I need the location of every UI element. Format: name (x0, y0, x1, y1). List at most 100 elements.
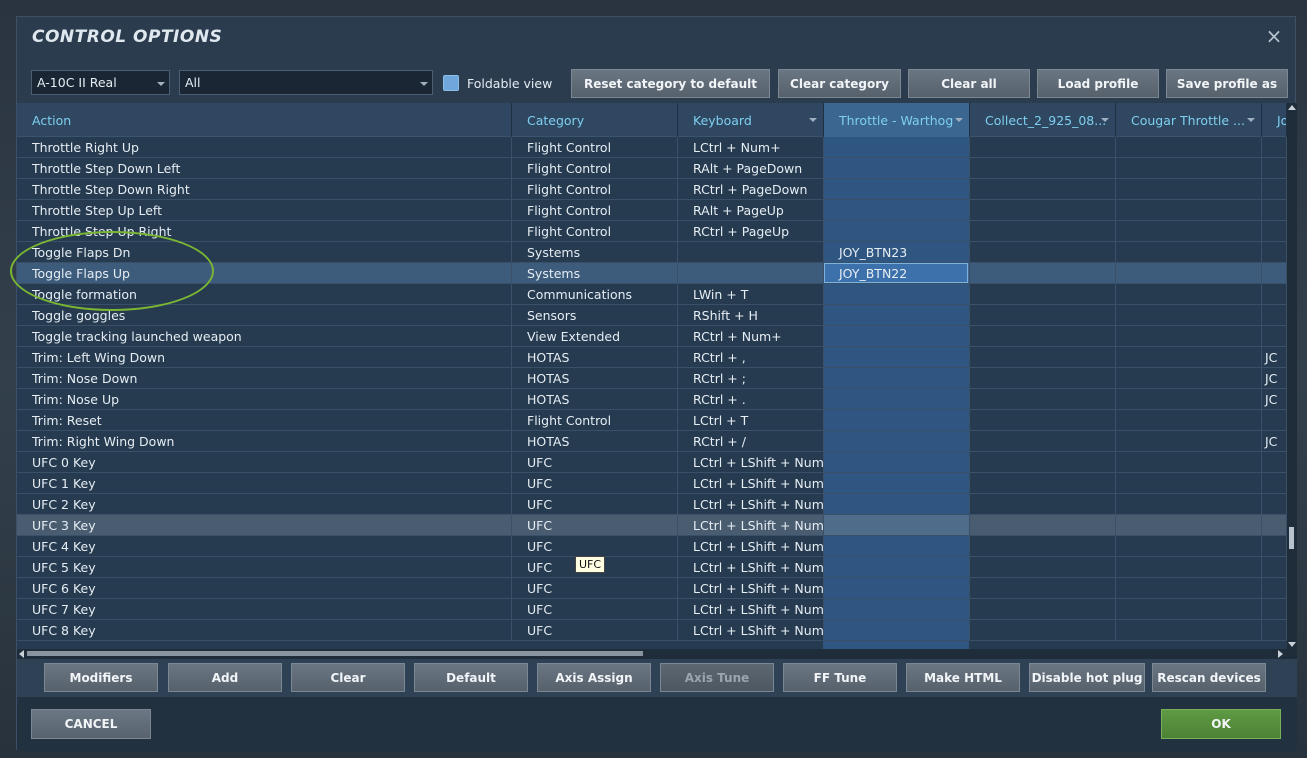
cell-jo[interactable] (1262, 263, 1287, 284)
header-throttle-warthog[interactable]: Throttle - Warthog (824, 103, 970, 137)
cell-collect[interactable] (970, 410, 1116, 431)
cell-throttle[interactable] (824, 305, 970, 326)
cell-collect[interactable] (970, 473, 1116, 494)
cell-category[interactable]: UFC (512, 578, 678, 599)
cell-action[interactable]: Toggle Flaps Up (17, 263, 512, 284)
cell-collect[interactable] (970, 515, 1116, 536)
cell-jo[interactable] (1262, 137, 1287, 158)
cell-category[interactable]: Flight Control (512, 158, 678, 179)
cell-keyboard[interactable]: RCtrl + PageDown (678, 179, 824, 200)
make-html-button[interactable]: Make HTML (906, 663, 1020, 692)
cell-cougar[interactable] (1116, 221, 1262, 242)
cell-category[interactable]: Flight Control (512, 137, 678, 158)
axis-assign-button[interactable]: Axis Assign (537, 663, 651, 692)
table-row[interactable]: Trim: Reset Flight Control LCtrl + T (17, 410, 1287, 431)
cell-action[interactable]: Toggle tracking launched weapon (17, 326, 512, 347)
table-row[interactable]: Trim: Left Wing Down HOTAS RCtrl + , JC (17, 347, 1287, 368)
table-row[interactable]: Toggle goggles Sensors RShift + H (17, 305, 1287, 326)
cell-action[interactable]: UFC 2 Key (17, 494, 512, 515)
ff-tune-button[interactable]: FF Tune (783, 663, 897, 692)
cell-throttle[interactable] (824, 473, 970, 494)
ok-button[interactable]: OK (1161, 709, 1281, 739)
clear-button[interactable]: Clear (291, 663, 405, 692)
scroll-up-icon[interactable] (1288, 105, 1296, 110)
clear-category-button[interactable]: Clear category (778, 69, 901, 98)
cell-collect[interactable] (970, 347, 1116, 368)
scroll-down-icon[interactable] (1288, 642, 1296, 647)
cell-jo[interactable] (1262, 242, 1287, 263)
cell-keyboard[interactable]: LCtrl + LShift + Num6 (678, 578, 824, 599)
scroll-left-icon[interactable] (19, 650, 24, 658)
cell-collect[interactable] (970, 137, 1116, 158)
horizontal-scrollbar[interactable] (17, 649, 1297, 659)
cell-action[interactable]: Trim: Reset (17, 410, 512, 431)
cell-collect[interactable] (970, 431, 1116, 452)
cell-collect[interactable] (970, 536, 1116, 557)
cell-category[interactable]: Flight Control (512, 221, 678, 242)
cell-keyboard[interactable] (678, 263, 824, 284)
cell-keyboard[interactable]: LCtrl + Num+ (678, 137, 824, 158)
cell-cougar[interactable] (1116, 137, 1262, 158)
aircraft-select[interactable]: A-10C II Real (31, 70, 170, 95)
cell-cougar[interactable] (1116, 242, 1262, 263)
cell-jo[interactable] (1262, 515, 1287, 536)
cell-category[interactable]: UFC (512, 473, 678, 494)
cell-action[interactable]: UFC 3 Key (17, 515, 512, 536)
cell-keyboard[interactable]: RCtrl + PageUp (678, 221, 824, 242)
cell-cougar[interactable] (1116, 389, 1262, 410)
cell-category[interactable]: UFC (512, 620, 678, 641)
cell-action[interactable]: Trim: Left Wing Down (17, 347, 512, 368)
cell-cougar[interactable] (1116, 620, 1262, 641)
cell-throttle[interactable] (824, 410, 970, 431)
cell-jo[interactable] (1262, 557, 1287, 578)
cell-throttle[interactable]: JOY_BTN23 (824, 242, 970, 263)
table-row[interactable]: Throttle Step Up Right Flight Control RCtr… (17, 221, 1287, 242)
cell-action[interactable]: Throttle Step Down Right (17, 179, 512, 200)
cell-jo[interactable]: JC (1262, 347, 1287, 368)
load-profile-button[interactable]: Load profile (1037, 69, 1159, 98)
cell-category[interactable]: View Extended (512, 326, 678, 347)
cell-action[interactable]: Throttle Step Up Left (17, 200, 512, 221)
cell-jo[interactable]: JC (1262, 368, 1287, 389)
cell-category[interactable]: UFC (512, 536, 678, 557)
cell-category[interactable]: UFC (512, 452, 678, 473)
cell-category[interactable]: HOTAS (512, 347, 678, 368)
cell-throttle[interactable] (824, 494, 970, 515)
cell-keyboard[interactable]: LCtrl + LShift + Num5 (678, 557, 824, 578)
table-row[interactable]: UFC 1 Key UFC LCtrl + LShift + Num1 (17, 473, 1287, 494)
cell-action[interactable]: UFC 7 Key (17, 599, 512, 620)
cell-keyboard[interactable]: LCtrl + LShift + Num4 (678, 536, 824, 557)
cell-cougar[interactable] (1116, 515, 1262, 536)
cell-cougar[interactable] (1116, 305, 1262, 326)
scroll-right-icon[interactable] (1278, 650, 1283, 658)
save-profile-button[interactable]: Save profile as (1166, 69, 1288, 98)
cell-keyboard[interactable]: LWin + T (678, 284, 824, 305)
cell-keyboard[interactable] (678, 242, 824, 263)
cell-cougar[interactable] (1116, 431, 1262, 452)
cell-keyboard[interactable]: LCtrl + LShift + Num8 (678, 620, 824, 641)
cell-collect[interactable] (970, 200, 1116, 221)
cell-cougar[interactable] (1116, 326, 1262, 347)
table-row[interactable]: UFC 6 Key UFC LCtrl + LShift + Num6 (17, 578, 1287, 599)
cell-category[interactable]: Communications (512, 284, 678, 305)
cell-collect[interactable] (970, 326, 1116, 347)
cell-cougar[interactable] (1116, 263, 1262, 284)
table-row[interactable]: Toggle Flaps Dn Systems JOY_BTN23 (17, 242, 1287, 263)
cell-collect[interactable] (970, 158, 1116, 179)
disable-hot-plug-button[interactable]: Disable hot plug (1029, 663, 1145, 692)
cell-throttle[interactable] (824, 326, 970, 347)
table-row[interactable]: UFC 2 Key UFC LCtrl + LShift + Num2 (17, 494, 1287, 515)
cell-collect[interactable] (970, 263, 1116, 284)
cell-throttle[interactable] (824, 431, 970, 452)
cell-collect[interactable] (970, 452, 1116, 473)
cell-category[interactable]: Systems (512, 242, 678, 263)
cell-action[interactable]: Toggle Flaps Dn (17, 242, 512, 263)
cell-jo[interactable] (1262, 284, 1287, 305)
cell-throttle[interactable] (824, 578, 970, 599)
table-row[interactable]: Toggle Flaps Up Systems JOY_BTN22 (17, 263, 1287, 284)
table-row[interactable]: UFC 4 Key UFC LCtrl + LShift + Num4 (17, 536, 1287, 557)
cell-keyboard[interactable]: RShift + H (678, 305, 824, 326)
cell-throttle[interactable] (824, 284, 970, 305)
cell-keyboard[interactable]: RAlt + PageDown (678, 158, 824, 179)
cell-collect[interactable] (970, 494, 1116, 515)
